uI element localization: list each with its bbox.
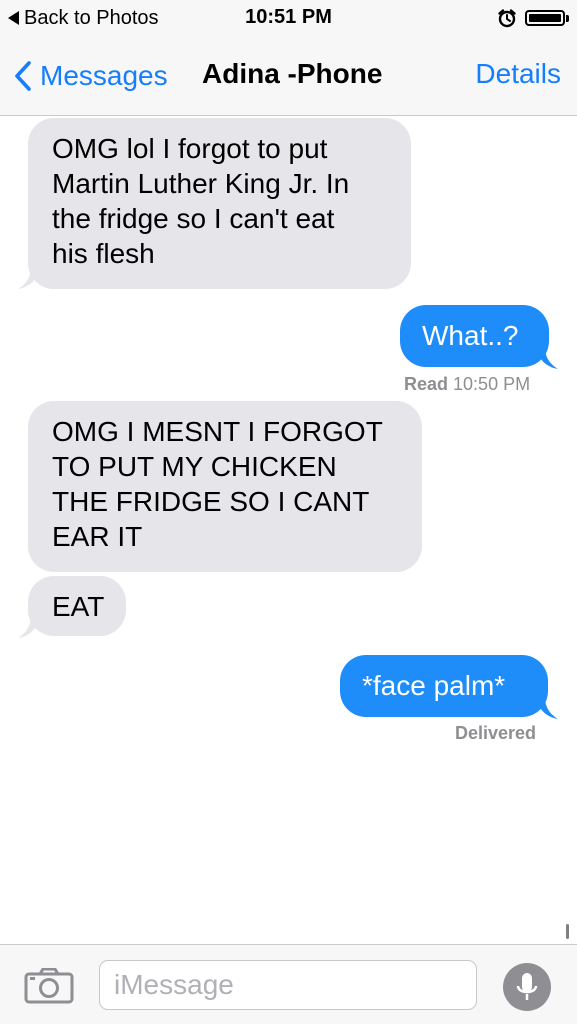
bubble-tail — [18, 616, 40, 638]
status-indicators — [497, 8, 569, 28]
top-bar: Back to Photos 10:51 PM Messages Adina -… — [0, 0, 577, 116]
details-button[interactable]: Details — [475, 58, 561, 90]
bubble-tail — [18, 267, 40, 289]
microphone-icon — [516, 973, 538, 1000]
outgoing-message[interactable]: What..? — [400, 305, 549, 367]
messages-screen: Back to Photos 10:51 PM Messages Adina -… — [0, 0, 577, 1024]
bubble-tail — [536, 347, 558, 369]
battery-icon — [525, 10, 569, 26]
read-label: Read — [404, 374, 449, 394]
messages-back-button[interactable]: Messages — [14, 56, 168, 96]
conversation-title: Adina -Phone — [202, 58, 383, 89]
message-input-bar: iMessage — [0, 944, 577, 1024]
delivered-label: Delivered — [455, 723, 537, 743]
delivered-receipt: Delivered — [455, 723, 536, 744]
microphone-button[interactable] — [503, 963, 551, 1011]
incoming-message[interactable]: OMG lol I forgot to put Martin Luther Ki… — [28, 118, 411, 289]
scroll-indicator[interactable] — [566, 924, 569, 939]
read-receipt: Read 10:50 PM — [404, 374, 530, 395]
bubble-tail — [536, 697, 558, 719]
incoming-message[interactable]: EAT — [28, 576, 126, 636]
read-time: 10:50 PM — [453, 374, 531, 394]
outgoing-message[interactable]: *face palm* — [340, 655, 548, 717]
imessage-input[interactable]: iMessage — [99, 960, 477, 1010]
messages-back-label: Messages — [40, 60, 168, 91]
alarm-clock-icon — [498, 9, 516, 28]
status-time: 10:51 PM — [245, 6, 332, 28]
incoming-message[interactable]: OMG I MESNT I FORGOT TO PUT MY CHICKEN T… — [28, 401, 422, 572]
chevron-left-icon — [15, 61, 31, 91]
camera-icon[interactable] — [24, 968, 74, 1004]
